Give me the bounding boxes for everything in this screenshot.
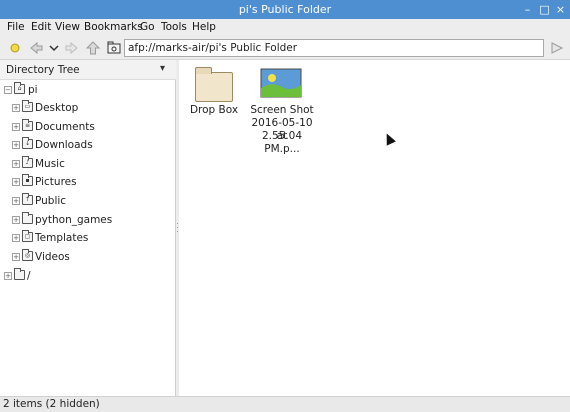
tree-item-label: Documents — [35, 121, 95, 133]
location-icon — [107, 41, 121, 54]
tree-item-python-games[interactable]: + python_games — [0, 212, 176, 229]
expand-icon[interactable]: + — [12, 253, 20, 261]
file-view[interactable]: Drop Box Screen Shot 2016-05-10 at 2.55.… — [179, 60, 570, 396]
folder-icon — [14, 268, 25, 280]
status-text: 2 items (2 hidden) — [3, 398, 100, 410]
close-button[interactable]: × — [554, 3, 567, 16]
menu-bar: File Edit View Bookmarks Go Tools Help — [0, 19, 570, 36]
directory-tree-panel: Directory Tree ▾ − ⌂ pi + ▭ Desktop + ≡ … — [0, 60, 176, 396]
tree-item-music[interactable]: + ♪ Music — [0, 156, 176, 173]
splitter-grip — [177, 223, 178, 224]
tree-item-label: pi — [28, 84, 38, 96]
up-icon[interactable] — [85, 40, 101, 56]
tree-item-label: Downloads — [35, 139, 93, 151]
expand-icon[interactable]: + — [12, 234, 20, 242]
tree-item-pictures[interactable]: + ▪ Pictures — [0, 174, 176, 191]
side-pane-header[interactable]: Directory Tree ▾ — [0, 60, 176, 80]
splitter-grip — [177, 231, 178, 232]
expand-icon[interactable]: + — [12, 141, 20, 149]
tree-item-desktop[interactable]: + ▭ Desktop — [0, 100, 176, 117]
menu-go[interactable]: Go — [140, 21, 155, 33]
file-name-line: Screen Shot — [250, 104, 314, 116]
address-bar[interactable]: afp://marks-air/pi's Public Folder — [124, 39, 544, 57]
toolbar: afp://marks-air/pi's Public Folder — [0, 36, 570, 60]
chevron-down-icon[interactable]: ▾ — [160, 63, 165, 74]
tree-item-label: Desktop — [35, 102, 79, 114]
new-tab-icon[interactable] — [7, 40, 23, 56]
minimize-button[interactable]: – — [521, 3, 534, 16]
menu-help[interactable]: Help — [192, 21, 216, 33]
tree-item-documents[interactable]: + ≡ Documents — [0, 119, 176, 136]
public-folder-icon: ↑ — [22, 193, 33, 205]
expand-icon[interactable]: + — [4, 272, 12, 280]
image-file-icon — [260, 68, 302, 98]
home-folder-icon: ⌂ — [14, 82, 25, 94]
tree-item-label: Videos — [35, 251, 70, 263]
tree-item-public[interactable]: + ↑ Public — [0, 193, 176, 210]
file-name: Drop Box — [189, 104, 239, 116]
menu-view[interactable]: View — [55, 21, 80, 33]
tree-item-label: Pictures — [35, 176, 77, 188]
tree-item-pi[interactable]: − ⌂ pi — [0, 82, 176, 99]
desktop-folder-icon: ▭ — [22, 100, 33, 112]
tree-item-videos[interactable]: + ◎ Videos — [0, 249, 176, 266]
go-icon[interactable] — [549, 40, 565, 56]
tree-item-downloads[interactable]: + ↓ Downloads — [0, 137, 176, 154]
expand-icon[interactable]: + — [12, 197, 20, 205]
collapse-icon[interactable]: − — [4, 86, 12, 94]
forward-icon[interactable] — [64, 40, 80, 56]
address-text: afp://marks-air/pi's Public Folder — [128, 42, 298, 54]
pictures-folder-icon: ▪ — [22, 174, 33, 186]
tree-item-label: / — [27, 270, 31, 282]
expand-icon[interactable]: + — [12, 123, 20, 131]
back-icon[interactable] — [28, 40, 44, 56]
window-title: pi's Public Folder — [238, 3, 332, 16]
menu-edit[interactable]: Edit — [31, 21, 51, 33]
file-name-line: 2.55.04 PM.p... — [261, 130, 303, 155]
expand-icon[interactable]: + — [12, 178, 20, 186]
tree-item-templates[interactable]: + ▢ Templates — [0, 230, 176, 247]
templates-folder-icon: ▢ — [22, 230, 33, 242]
menu-file[interactable]: File — [7, 21, 25, 33]
downloads-folder-icon: ↓ — [22, 137, 33, 149]
status-bar: 2 items (2 hidden) — [0, 396, 570, 412]
videos-folder-icon: ◎ — [22, 249, 33, 261]
menu-bookmarks[interactable]: Bookmarks — [84, 21, 143, 33]
history-dropdown-icon[interactable] — [46, 40, 62, 56]
side-pane-title: Directory Tree — [6, 64, 80, 76]
tree-item-label: Public — [35, 195, 67, 207]
tree-item-label: Templates — [35, 232, 89, 244]
splitter-grip — [177, 227, 178, 228]
folder-icon — [22, 212, 33, 224]
title-bar: pi's Public Folder – □ × — [0, 0, 570, 19]
music-folder-icon: ♪ — [22, 156, 33, 168]
expand-icon[interactable]: + — [12, 216, 20, 224]
folder-icon — [195, 67, 233, 102]
tree-item-label: Music — [35, 158, 65, 170]
tree-item-label: python_games — [35, 214, 113, 226]
tree-item-root[interactable]: + / — [0, 268, 176, 285]
maximize-button[interactable]: □ — [538, 3, 551, 16]
menu-tools[interactable]: Tools — [161, 21, 187, 33]
expand-icon[interactable]: + — [12, 104, 20, 112]
documents-folder-icon: ≡ — [22, 119, 33, 131]
expand-icon[interactable]: + — [12, 160, 20, 168]
